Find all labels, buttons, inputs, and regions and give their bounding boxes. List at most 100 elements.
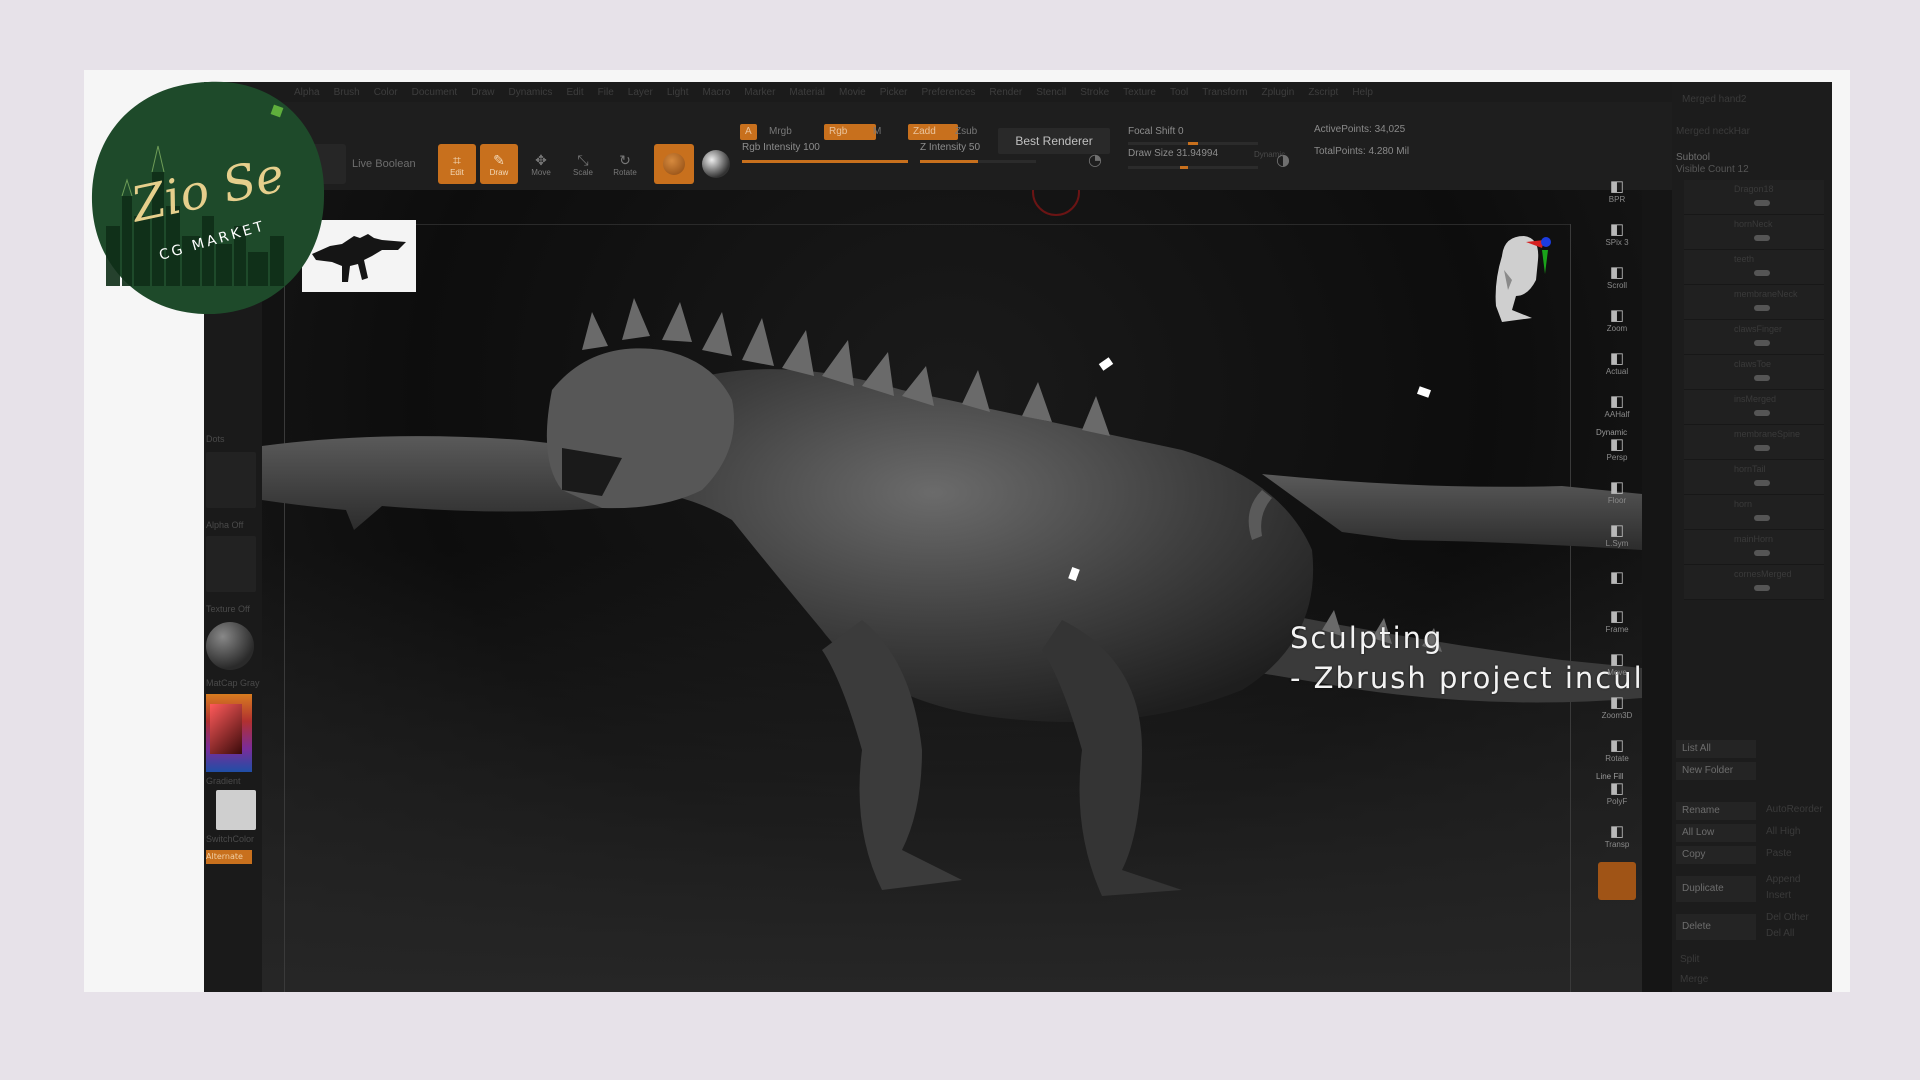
texture-thumb[interactable] xyxy=(206,536,256,592)
visibility-toggle-icon[interactable] xyxy=(1754,305,1770,311)
texture-off-label[interactable]: Texture Off xyxy=(206,604,250,614)
paste-button[interactable]: Paste xyxy=(1766,848,1792,859)
menu-item[interactable]: Macro xyxy=(703,87,731,98)
view-tool-transp[interactable]: ◧ Transp xyxy=(1594,817,1640,855)
menu-item[interactable]: Transform xyxy=(1202,87,1247,98)
new-folder-button[interactable]: New Folder xyxy=(1676,762,1756,780)
visibility-toggle-icon[interactable] xyxy=(1754,340,1770,346)
append-button[interactable]: Append xyxy=(1766,874,1800,885)
delete-button[interactable]: Delete xyxy=(1676,914,1756,940)
view-tool-frame[interactable]: ◧ Frame xyxy=(1594,602,1640,640)
line-fill-label[interactable]: Line Fill xyxy=(1596,772,1624,781)
menu-item[interactable]: Edit xyxy=(566,87,583,98)
draw-button[interactable]: ✎ Draw xyxy=(480,144,518,184)
menu-item[interactable]: Preferences xyxy=(921,87,975,98)
split-button[interactable]: Split xyxy=(1680,954,1699,965)
focal-curve-icon[interactable]: ◔ xyxy=(1088,150,1102,169)
subtool-row[interactable]: membraneSpine xyxy=(1684,425,1824,460)
visibility-toggle-icon[interactable] xyxy=(1754,410,1770,416)
move-button[interactable]: ✥ Move xyxy=(522,144,560,184)
list-all-button[interactable]: List All xyxy=(1676,740,1756,758)
alpha-thumb[interactable] xyxy=(206,452,256,508)
subtool-row[interactable]: membraneNeck xyxy=(1684,285,1824,320)
mrgb-toggle[interactable]: Mrgb xyxy=(764,124,797,140)
d-curve-icon[interactable]: ◑ xyxy=(1276,150,1290,169)
visibility-toggle-icon[interactable] xyxy=(1754,480,1770,486)
subtool-row[interactable]: insMerged xyxy=(1684,390,1824,425)
visible-count[interactable]: Visible Count 12 xyxy=(1676,164,1749,175)
visibility-toggle-icon[interactable] xyxy=(1754,515,1770,521)
visibility-toggle-icon[interactable] xyxy=(1754,585,1770,591)
view-tool-actual[interactable]: ◧ Actual xyxy=(1594,344,1640,382)
del-other-button[interactable]: Del Other xyxy=(1766,912,1809,923)
autoreorder-button[interactable]: AutoReorder xyxy=(1766,804,1823,815)
menu-item[interactable]: Zscript xyxy=(1308,87,1338,98)
visibility-toggle-icon[interactable] xyxy=(1754,270,1770,276)
merge-button[interactable]: Merge xyxy=(1680,974,1708,985)
subtool-row[interactable]: mainHorn xyxy=(1684,530,1824,565)
color-picker[interactable] xyxy=(206,694,252,772)
edit-button[interactable]: ⌗ Edit xyxy=(438,144,476,184)
canvas-viewport[interactable]: Sculpting - Zbrush project inculded xyxy=(262,190,1642,992)
m-toggle[interactable]: M xyxy=(868,124,886,140)
subtool-row[interactable]: teeth xyxy=(1684,250,1824,285)
all-low-button[interactable]: All Low xyxy=(1676,824,1756,842)
view-tool-lock[interactable]: ◧ xyxy=(1594,559,1640,597)
focal-shift-slider[interactable] xyxy=(1128,142,1258,145)
z-intensity-slider[interactable] xyxy=(920,160,1036,163)
navigation-head-gizmo[interactable] xyxy=(1482,230,1552,326)
menu-item[interactable]: Help xyxy=(1352,87,1373,98)
menu-item[interactable]: Texture xyxy=(1123,87,1156,98)
subtool-row[interactable]: clawsToe xyxy=(1684,355,1824,390)
view-tool-bpr[interactable]: ◧ BPR xyxy=(1594,172,1640,210)
material-ball-icon[interactable] xyxy=(654,144,694,184)
scale-button[interactable]: ⤡ Scale xyxy=(564,144,602,184)
view-tool-move[interactable]: ◧ Move xyxy=(1594,645,1640,683)
menu-item[interactable]: Stroke xyxy=(1080,87,1109,98)
subtool-row[interactable]: Dragon18 xyxy=(1684,180,1824,215)
view-tool-zoom[interactable]: ◧ Zoom xyxy=(1594,301,1640,339)
stroke-dots-label[interactable]: Dots xyxy=(206,434,225,444)
subtool-row[interactable]: hornNeck xyxy=(1684,215,1824,250)
view-tool-scroll[interactable]: ◧ Scroll xyxy=(1594,258,1640,296)
dynamic-persp-label[interactable]: Dynamic xyxy=(1596,428,1627,437)
visibility-toggle-icon[interactable] xyxy=(1754,445,1770,451)
subtool-row[interactable]: clawsFinger xyxy=(1684,320,1824,355)
alpha-off-label[interactable]: Alpha Off xyxy=(206,520,243,530)
secondary-color-swatch[interactable] xyxy=(216,790,256,830)
view-tool-floor[interactable]: ◧ Floor xyxy=(1594,473,1640,511)
menu-item[interactable]: File xyxy=(598,87,614,98)
del-all-button[interactable]: Del All xyxy=(1766,928,1794,939)
menu-item[interactable]: Movie xyxy=(839,87,866,98)
menu-item[interactable]: Dynamics xyxy=(509,87,553,98)
visibility-toggle-icon[interactable] xyxy=(1754,235,1770,241)
subtool-title[interactable]: Subtool xyxy=(1676,152,1710,163)
subtool-row[interactable]: horn xyxy=(1684,495,1824,530)
copy-button[interactable]: Copy xyxy=(1676,846,1756,864)
alternate-button[interactable]: Alternate xyxy=(206,850,252,864)
draw-size-slider[interactable] xyxy=(1128,166,1258,169)
subtool-top-item[interactable]: Merged hand2 xyxy=(1682,94,1747,105)
a-toggle[interactable]: A xyxy=(740,124,757,140)
menu-item[interactable]: Marker xyxy=(744,87,775,98)
view-tool-spix-3[interactable]: ◧ SPix 3 xyxy=(1594,215,1640,253)
subtool-row[interactable]: cornesMerged xyxy=(1684,565,1824,600)
view-tool-zoom3d[interactable]: ◧ Zoom3D xyxy=(1594,688,1640,726)
visibility-toggle-icon[interactable] xyxy=(1754,375,1770,381)
zsub-toggle[interactable]: Zsub xyxy=(950,124,982,140)
menu-item[interactable]: Render xyxy=(989,87,1022,98)
menu-item[interactable]: Draw xyxy=(471,87,494,98)
switch-color-label[interactable]: SwitchColor xyxy=(206,834,254,844)
menu-item[interactable]: Tool xyxy=(1170,87,1188,98)
view-tool-l-sym[interactable]: ◧ L.Sym xyxy=(1594,516,1640,554)
menu-item[interactable]: Color xyxy=(374,87,398,98)
texture-ball-icon[interactable] xyxy=(702,150,730,178)
rgb-intensity-slider[interactable] xyxy=(742,160,908,163)
solo-button[interactable] xyxy=(1598,862,1636,900)
menu-item[interactable]: Material xyxy=(789,87,825,98)
gradient-label[interactable]: Gradient xyxy=(206,776,241,786)
menu-item[interactable]: Zplugin xyxy=(1262,87,1295,98)
view-tool-rotate[interactable]: ◧ Rotate xyxy=(1594,731,1640,769)
duplicate-button[interactable]: Duplicate xyxy=(1676,876,1756,902)
matcap-sphere-icon[interactable] xyxy=(206,622,254,670)
